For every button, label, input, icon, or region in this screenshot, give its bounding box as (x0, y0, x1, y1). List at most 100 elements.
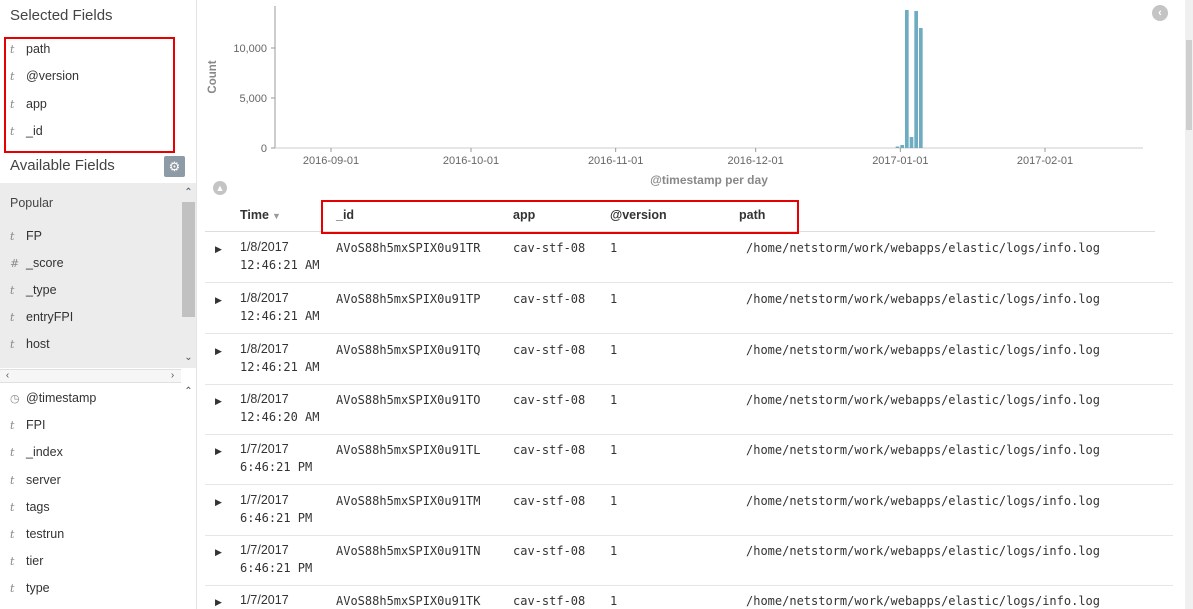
column-header-version[interactable]: @version (610, 208, 667, 222)
row-app: cav-stf-08 (513, 544, 586, 558)
collapse-sidebar-button[interactable]: ‹ (1152, 5, 1168, 21)
collapse-chart-button[interactable]: ▲ (213, 181, 227, 195)
column-header-label: Time (240, 208, 269, 222)
string-type-icon: t (10, 229, 15, 243)
row-version: 1 (610, 443, 618, 457)
horizontal-scrollbar[interactable]: ‹ › (0, 369, 181, 383)
row-version: 1 (610, 544, 618, 558)
field-timestamp[interactable]: ◷ @timestamp (10, 391, 96, 405)
row-path: /home/netstorm/work/webapps/elastic/logs… (746, 241, 1101, 255)
row-date: 1/8/2017 (240, 240, 289, 254)
table-row[interactable]: ▶ 1/8/2017 12:46:21 AM AVoS88h5mxSPIX0u9… (205, 233, 1173, 283)
selected-field-id[interactable]: t _id (10, 124, 43, 138)
field-fpi[interactable]: t FPI (10, 418, 45, 432)
popular-field-entryfpi[interactable]: t entryFPI (10, 310, 73, 324)
string-type-icon: t (10, 69, 15, 83)
histogram-bars[interactable] (895, 10, 923, 149)
histogram-bar[interactable] (900, 145, 904, 148)
row-date: 1/8/2017 (240, 291, 289, 305)
row-app: cav-stf-08 (513, 241, 586, 255)
field-index[interactable]: t _index (10, 445, 63, 459)
caret-right-icon[interactable]: ▶ (215, 497, 222, 508)
string-type-icon: t (10, 283, 15, 297)
histogram-bar[interactable] (919, 28, 923, 148)
row-time: 6:46:21 PM (240, 511, 313, 525)
popular-field-fp[interactable]: t FP (10, 229, 42, 243)
x-tick-label: 2016-10-01 (443, 155, 499, 167)
row-app: cav-stf-08 (513, 494, 586, 508)
row-time: 12:46:21 AM (240, 258, 320, 272)
popular-scrollbar-thumb[interactable] (182, 202, 195, 317)
row-time: 12:46:21 AM (240, 360, 320, 374)
scroll-right-arrow-icon[interactable]: › (165, 370, 180, 381)
table-row[interactable]: ▶ 1/8/2017 12:46:21 AM AVoS88h5mxSPIX0u9… (205, 284, 1173, 334)
field-name: FP (26, 229, 42, 243)
selected-field-version[interactable]: t @version (10, 69, 79, 83)
row-id: AVoS88h5mxSPIX0u91TM (336, 494, 481, 508)
field-name: @version (26, 69, 79, 83)
caret-right-icon[interactable]: ▶ (215, 346, 222, 357)
row-time: 12:46:21 AM (240, 309, 320, 323)
sort-down-icon[interactable]: ▼ (272, 211, 281, 221)
field-settings-button[interactable]: ⚙ (164, 156, 185, 177)
row-id: AVoS88h5mxSPIX0u91TQ (336, 343, 481, 357)
selected-fields-title: Selected Fields (10, 7, 113, 24)
caret-right-icon[interactable]: ▶ (215, 547, 222, 558)
page-scrollbar-thumb[interactable] (1186, 40, 1192, 130)
field-tier[interactable]: t tier (10, 554, 43, 568)
caret-right-icon[interactable]: ▶ (215, 597, 222, 608)
selected-field-app[interactable]: t app (10, 97, 47, 111)
field-server[interactable]: t server (10, 473, 61, 487)
column-header-path[interactable]: path (739, 208, 765, 222)
row-date: 1/7/2017 (240, 543, 289, 557)
row-version: 1 (610, 343, 618, 357)
column-header-time[interactable]: Time ▼ (240, 208, 281, 222)
row-path: /home/netstorm/work/webapps/elastic/logs… (746, 594, 1101, 608)
histogram-bar[interactable] (909, 137, 914, 148)
histogram-bar[interactable] (895, 146, 900, 149)
table-row[interactable]: ▶ 1/7/2017 6:46:21 PM AVoS88h5mxSPIX0u91… (205, 536, 1173, 586)
row-id: AVoS88h5mxSPIX0u91TO (336, 393, 481, 407)
field-type[interactable]: t type (10, 581, 50, 595)
column-header-id[interactable]: _id (336, 208, 354, 222)
field-testrun[interactable]: t testrun (10, 527, 64, 541)
histogram-bar[interactable] (905, 10, 909, 148)
popular-field-type[interactable]: t _type (10, 283, 57, 297)
histogram-bar[interactable] (914, 11, 918, 148)
row-app: cav-stf-08 (513, 594, 586, 608)
table-row[interactable]: ▶ 1/7/2017 6:46:21 PM AVoS88h5mxSPIX0u91… (205, 435, 1173, 485)
string-type-icon: t (10, 97, 15, 111)
row-app: cav-stf-08 (513, 292, 586, 306)
scroll-down-arrow-icon[interactable]: ⌄ (181, 352, 196, 363)
caret-right-icon[interactable]: ▶ (215, 244, 222, 255)
row-date: 1/7/2017 (240, 442, 289, 456)
scroll-up-arrow-icon[interactable]: ⌃ (181, 187, 196, 198)
row-version: 1 (610, 494, 618, 508)
histogram-chart: 0 5,000 10,000 2016-09-01 2016-10-01 2016-11… (207, 6, 1143, 187)
table-row[interactable]: ▶ 1/7/2017 AVoS88h5mxSPIX0u91TK cav-stf-… (205, 586, 1173, 609)
row-time: 12:46:20 AM (240, 410, 320, 424)
table-row[interactable]: ▶ 1/7/2017 6:46:21 PM AVoS88h5mxSPIX0u91… (205, 486, 1173, 536)
caret-right-icon[interactable]: ▶ (215, 295, 222, 306)
row-date: 1/8/2017 (240, 342, 289, 356)
column-header-app[interactable]: app (513, 208, 535, 222)
scroll-left-arrow-icon[interactable]: ‹ (0, 370, 15, 381)
x-axis-label: @timestamp per day (650, 173, 768, 187)
table-row[interactable]: ▶ 1/8/2017 12:46:21 AM AVoS88h5mxSPIX0u9… (205, 335, 1173, 385)
field-tags[interactable]: t tags (10, 500, 50, 514)
row-path: /home/netstorm/work/webapps/elastic/logs… (746, 494, 1101, 508)
caret-right-icon[interactable]: ▶ (215, 446, 222, 457)
table-row[interactable]: ▶ 1/8/2017 12:46:20 AM AVoS88h5mxSPIX0u9… (205, 385, 1173, 435)
row-version: 1 (610, 241, 618, 255)
row-time: 6:46:21 PM (240, 460, 313, 474)
field-name: tier (26, 554, 44, 568)
string-type-icon: t (10, 473, 15, 487)
scroll-up-arrow-icon[interactable]: ⌃ (181, 386, 196, 397)
gear-icon: ⚙ (168, 158, 181, 174)
popular-field-host[interactable]: t host (10, 337, 50, 351)
field-name: entryFPI (26, 310, 74, 324)
x-tick-label: 2017-02-01 (1017, 155, 1073, 167)
selected-field-path[interactable]: t path (10, 42, 50, 56)
popular-field-score[interactable]: # _score (10, 256, 64, 270)
caret-right-icon[interactable]: ▶ (215, 396, 222, 407)
